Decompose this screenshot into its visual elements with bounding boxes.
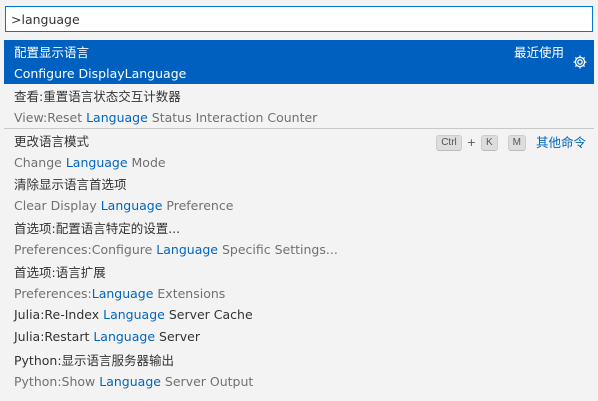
item-detail: Configure DisplayLanguage	[14, 66, 187, 81]
item-detail: Clear Display Language Preference	[14, 198, 234, 213]
other-commands-label: 其他命令	[535, 135, 586, 150]
list-item[interactable]: Julia:Re-Index Language Server Cache	[4, 304, 594, 326]
list-item[interactable]: 更改语言模式 Change Language Mode Ctrl + K M 其…	[4, 128, 594, 172]
key-plus: +	[466, 136, 476, 149]
item-label: 首选项:配置语言特定的设置...	[14, 221, 181, 236]
item-label: 首选项:语言扩展	[14, 265, 106, 280]
list-item[interactable]: Python:显示语言服务器输出 Python:Show Language Se…	[4, 348, 594, 392]
command-palette: 配置显示语言 Configure DisplayLanguage 最近使用 查看…	[0, 0, 598, 401]
item-label: 清除显示语言首选项	[14, 177, 127, 192]
command-list: 配置显示语言 Configure DisplayLanguage 最近使用 查看…	[0, 40, 598, 392]
item-detail: Preferences:Language Extensions	[14, 286, 226, 301]
item-detail: View:Reset Language Status Interaction C…	[14, 110, 318, 125]
key-m: M	[507, 134, 526, 151]
item-label: Julia:Re-Index Language Server Cache	[14, 307, 253, 322]
list-item[interactable]: 清除显示语言首选项 Clear Display Language Prefere…	[4, 172, 594, 216]
list-item[interactable]: 首选项:配置语言特定的设置... Preferences:Configure L…	[4, 216, 594, 260]
list-item[interactable]: 首选项:语言扩展 Preferences:Language Extensions	[4, 260, 594, 304]
command-input[interactable]	[5, 6, 593, 32]
gear-icon[interactable]	[572, 54, 588, 70]
keybinding: Ctrl + K M 其他命令	[436, 132, 586, 153]
command-input-container	[0, 0, 598, 32]
list-item[interactable]: Julia:Restart Language Server	[4, 326, 594, 348]
item-label: 配置显示语言	[14, 45, 90, 60]
item-detail: Python:Show Language Server Output	[14, 374, 254, 389]
item-label: Python:显示语言服务器输出	[14, 353, 175, 368]
key-ctrl: Ctrl	[436, 134, 462, 151]
recently-used-label: 最近使用	[513, 45, 564, 60]
item-detail: Change Language Mode	[14, 155, 166, 170]
item-detail: Preferences:Configure Language Specific …	[14, 242, 338, 257]
list-item[interactable]: 查看:重置语言状态交互计数器 View:Reset Language Statu…	[4, 84, 594, 128]
list-item[interactable]: 配置显示语言 Configure DisplayLanguage 最近使用	[4, 40, 594, 84]
item-label: 查看:重置语言状态交互计数器	[14, 89, 181, 104]
key-k: K	[480, 134, 498, 151]
item-label: Julia:Restart Language Server	[14, 329, 200, 344]
